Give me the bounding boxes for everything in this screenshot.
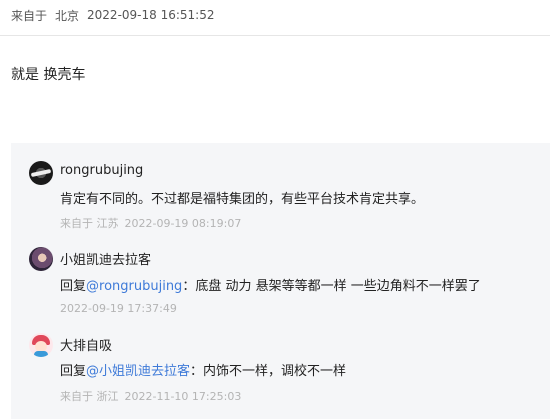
reply-prefix: 回复 [60, 364, 87, 379]
reply-content: 肯定有不同的。不过都是福特集团的，有些平台技术肯定共享。 [60, 192, 425, 207]
post-datetime: 2022-09-18 16:51:52 [87, 8, 215, 22]
photo-avatar-icon[interactable] [29, 247, 53, 271]
reply-datetime: 2022-09-19 08:19:07 [124, 217, 242, 230]
reply-content: 回复@小姐凯迪去拉客：内饰不一样，调校不一样 [60, 360, 346, 379]
reply-source: 来自于 江苏 [60, 217, 119, 230]
post-meta-row: 来自于 北京 2022-09-18 16:51:52 [11, 7, 222, 23]
reply-content: 回复@rongrubujing：底盘 动力 悬架等等都一样 一些边角料不一样罢了 [60, 275, 481, 294]
reply-meta: 2022-09-19 17:37:49 [60, 302, 183, 315]
cartoon-avatar-icon[interactable] [29, 333, 53, 357]
post-body: 就是 换壳车 [11, 67, 86, 83]
reply-datetime: 2022-11-10 17:25:03 [124, 390, 242, 403]
reply-box: rongrubujing 肯定有不同的。不过都是福特集团的，有些平台技术肯定共享… [11, 143, 550, 419]
dark-logo-avatar-icon[interactable] [29, 161, 53, 185]
reply-prefix: 回复 [60, 279, 87, 294]
reply-username[interactable]: rongrubujing [60, 163, 143, 178]
reply-meta: 来自于 浙江 2022-11-10 17:25:03 [60, 388, 247, 404]
mention-link[interactable]: @小姐凯迪去拉客 [86, 364, 190, 379]
post-location: 北京 [55, 8, 80, 23]
reply-text: ：内饰不一样，调校不一样 [190, 364, 347, 379]
reply-text: ：底盘 动力 悬架等等都一样 一些边角料不一样罢了 [182, 279, 481, 294]
reply-username[interactable]: 小姐凯迪去拉客 [60, 249, 151, 268]
mention-link[interactable]: @rongrubujing [86, 279, 182, 294]
reply-meta: 来自于 江苏 2022-09-19 08:19:07 [60, 215, 247, 231]
header-divider [0, 35, 550, 36]
reply-username[interactable]: 大排自吸 [60, 335, 112, 354]
reply-datetime: 2022-09-19 17:37:49 [60, 302, 177, 315]
source-prefix: 来自于 [11, 8, 48, 23]
reply-source: 来自于 浙江 [60, 390, 119, 403]
